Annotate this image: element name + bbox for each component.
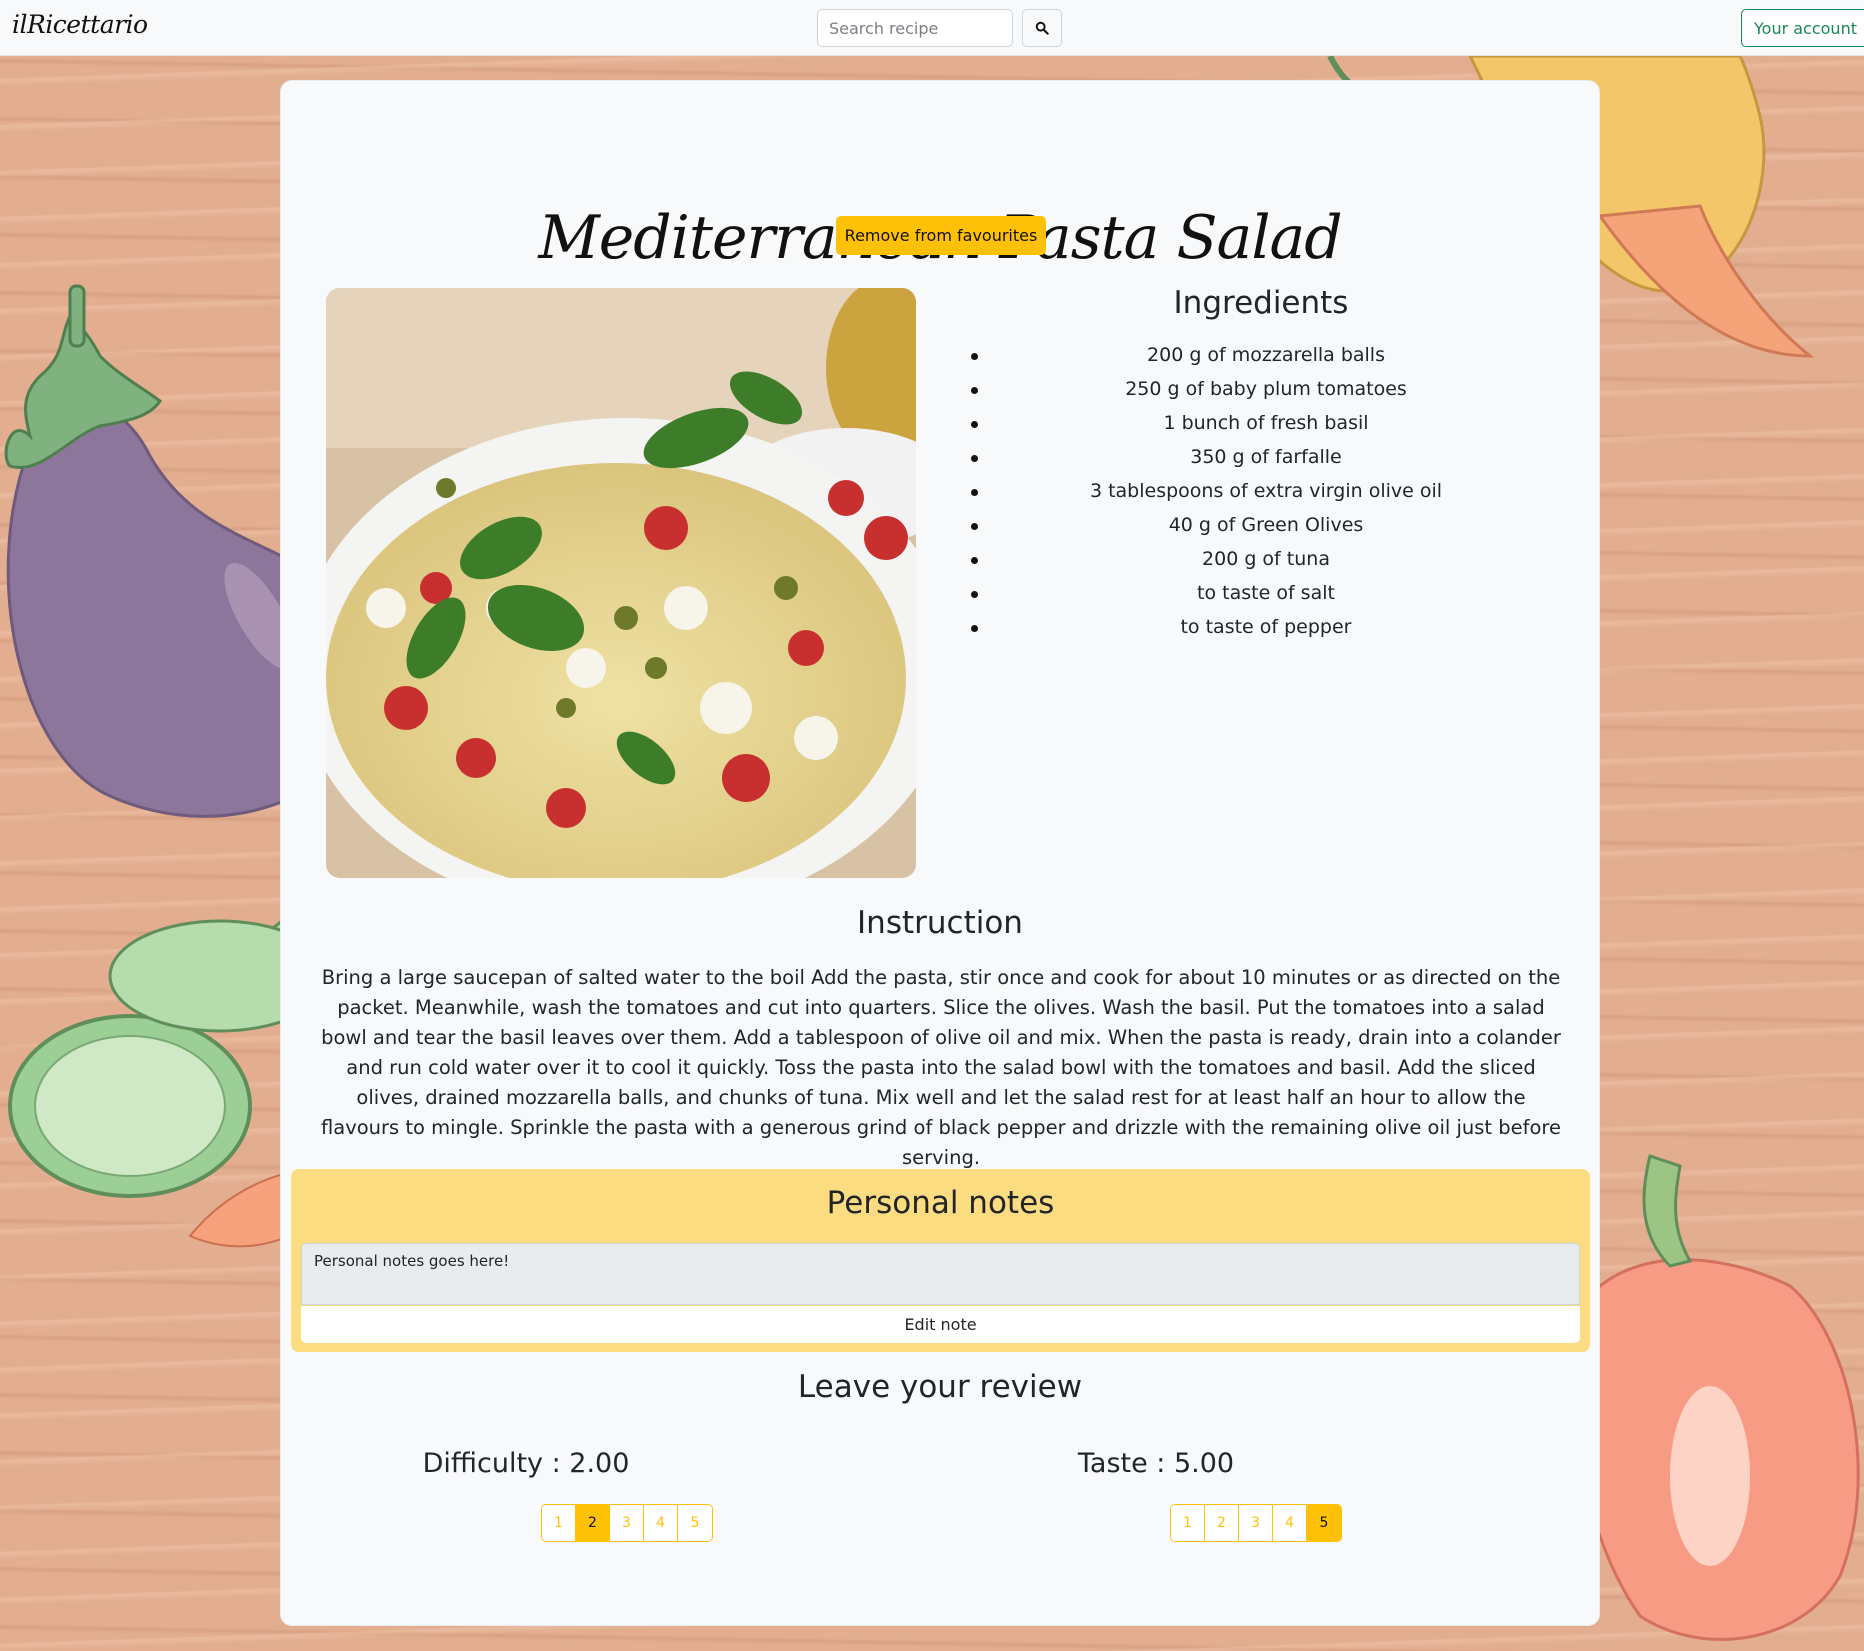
ingredient-item: 200 g of tuna (971, 547, 1561, 581)
taste-option-1[interactable]: 1 (1171, 1505, 1205, 1541)
ingredient-item: 40 g of Green Olives (971, 513, 1561, 547)
search-input[interactable] (817, 9, 1013, 47)
difficulty-option-3[interactable]: 3 (610, 1505, 644, 1541)
taste-option-5[interactable]: 5 (1307, 1505, 1341, 1541)
recipe-photo (326, 288, 916, 878)
personal-notes-field[interactable]: Personal notes goes here! (301, 1243, 1580, 1305)
difficulty-label: Difficulty : 2.00 (422, 1448, 630, 1479)
taste-option-2[interactable]: 2 (1205, 1505, 1239, 1541)
ingredient-item: 200 g of mozzarella balls (971, 343, 1561, 377)
instruction-heading: Instruction (857, 905, 1023, 941)
taste-rating: 1 2 3 4 5 (1170, 1504, 1342, 1542)
pepper-illustration (1575, 1154, 1860, 1641)
ingredient-item: 250 g of baby plum tomatoes (971, 377, 1561, 411)
taste-option-3[interactable]: 3 (1239, 1505, 1273, 1541)
difficulty-rating: 1 2 3 4 5 (541, 1504, 713, 1542)
taste-option-4[interactable]: 4 (1273, 1505, 1307, 1541)
edit-note-button[interactable]: Edit note (301, 1306, 1580, 1343)
ingredient-item: to taste of salt (971, 581, 1561, 615)
search-button[interactable] (1022, 9, 1062, 47)
pasta-salad-image (326, 288, 916, 878)
search-icon (1035, 21, 1049, 35)
review-heading: Leave your review (797, 1369, 1083, 1405)
difficulty-option-1[interactable]: 1 (542, 1505, 576, 1541)
remove-favourite-button[interactable]: Remove from favourites (836, 216, 1046, 255)
difficulty-option-4[interactable]: 4 (644, 1505, 678, 1541)
navbar: ilRicettario Your account (0, 0, 1864, 56)
brand-logo[interactable]: ilRicettario (12, 10, 148, 39)
ingredient-item: 350 g of farfalle (971, 445, 1561, 479)
instruction-text: Bring a large saucepan of salted water t… (320, 966, 1562, 1169)
ingredient-item: 1 bunch of fresh basil (971, 411, 1561, 445)
ingredients-heading: Ingredients (1173, 285, 1349, 321)
taste-label: Taste : 5.00 (1077, 1448, 1235, 1479)
personal-notes-heading: Personal notes (826, 1185, 1055, 1221)
difficulty-option-5[interactable]: 5 (678, 1505, 712, 1541)
recipe-card: Mediterranean Pasta Salad Remove from fa… (280, 80, 1600, 1626)
personal-notes-panel: Personal notes Personal notes goes here!… (291, 1169, 1590, 1352)
account-button[interactable]: Your account (1741, 9, 1864, 47)
ingredient-item: 3 tablespoons of extra virgin olive oil (971, 479, 1561, 513)
ingredients-list: 200 g of mozzarella balls 250 g of baby … (971, 343, 1561, 649)
difficulty-option-2[interactable]: 2 (576, 1505, 610, 1541)
ingredient-item: to taste of pepper (971, 615, 1561, 649)
